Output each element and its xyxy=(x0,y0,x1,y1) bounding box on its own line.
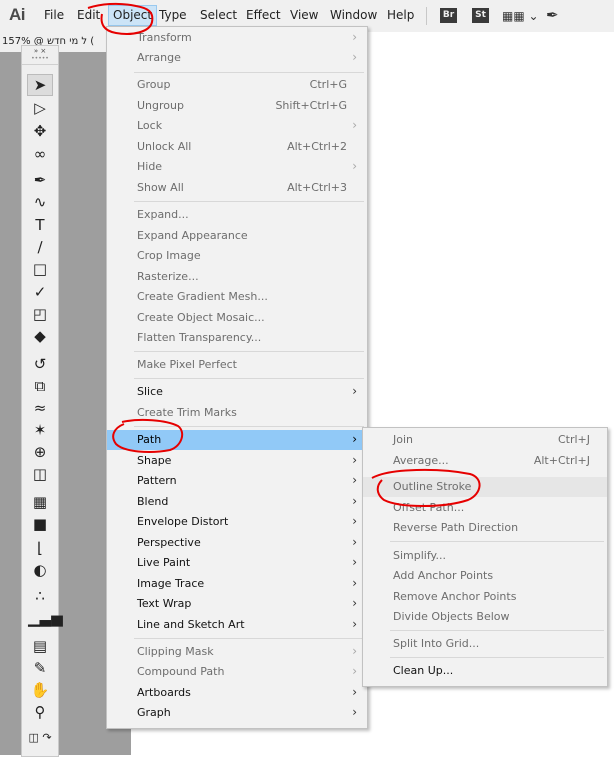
menu-item-crop-image[interactable]: Crop Image xyxy=(107,246,367,266)
menu-item-perspective[interactable]: Perspective › xyxy=(107,533,367,553)
app-logo: Ai xyxy=(9,5,26,24)
menu-item-arrange[interactable]: Arrange › xyxy=(107,48,367,68)
submenu-item-remove-anchor-points[interactable]: Remove Anchor Points xyxy=(363,587,607,607)
menu-item-image-trace[interactable]: Image Trace › xyxy=(107,574,367,594)
submenu-item-reverse-path-direction[interactable]: Reverse Path Direction xyxy=(363,518,607,538)
tools-panel: » × ••••• ➤ ▷ ✥ ∞ ✒ ∿ T ∕ □ ✓ ◰ ◆ ↺ ⧉ ≈ … xyxy=(21,45,63,757)
menu-item-lock[interactable]: Lock › xyxy=(107,116,367,136)
magic-wand-icon[interactable]: ✥ xyxy=(28,121,52,141)
menu-view[interactable]: View xyxy=(290,8,318,22)
symbol-sprayer-icon[interactable]: ∴ xyxy=(28,586,52,606)
perspective-grid-icon[interactable]: ◫ xyxy=(28,464,52,484)
menu-item-envelope-distort[interactable]: Envelope Distort › xyxy=(107,512,367,532)
menu-item-graph[interactable]: Graph › xyxy=(107,703,367,723)
submenu-item-average[interactable]: Average... Alt+Ctrl+J xyxy=(363,451,607,471)
menu-effect[interactable]: Effect xyxy=(246,8,281,22)
menu-item-artboards[interactable]: Artboards › xyxy=(107,683,367,703)
menu-item-ungroup[interactable]: Ungroup Shift+Ctrl+G xyxy=(107,96,367,116)
submenu-item-simplify[interactable]: Simplify... xyxy=(363,546,607,566)
swap-fill-stroke-icon[interactable]: ◫ ↷ xyxy=(28,728,52,748)
column-graph-icon[interactable]: ▁▃▅ xyxy=(28,608,63,628)
menu-item-unlock-all[interactable]: Unlock All Alt+Ctrl+2 xyxy=(107,137,367,157)
menu-item-hide[interactable]: Hide › xyxy=(107,157,367,177)
menu-window[interactable]: Window xyxy=(330,8,377,22)
artboard-tool-icon[interactable]: ▤ xyxy=(28,636,52,656)
submenu-item-offset-path[interactable]: Offset Path... xyxy=(363,498,607,518)
menu-help[interactable]: Help xyxy=(387,8,414,22)
submenu-item-add-anchor-points[interactable]: Add Anchor Points xyxy=(363,566,607,586)
submenu-item-split-into-grid[interactable]: Split Into Grid... xyxy=(363,634,607,654)
menu-item-path[interactable]: Path › xyxy=(107,430,367,450)
menu-item-pattern[interactable]: Pattern › xyxy=(107,471,367,491)
eyedropper-icon[interactable]: ⌊ xyxy=(28,538,52,558)
hand-tool-icon[interactable]: ✋ xyxy=(28,680,52,700)
curvature-tool-icon[interactable]: ∿ xyxy=(28,192,52,212)
menu-item-clipping-mask[interactable]: Clipping Mask › xyxy=(107,642,367,662)
object-menu: Transform › Arrange › Group Ctrl+G Ungroup S… xyxy=(106,26,368,729)
rotate-tool-icon[interactable]: ↺ xyxy=(28,354,52,374)
menubar-separator xyxy=(426,7,427,25)
scale-tool-icon[interactable]: ⧉ xyxy=(28,376,52,396)
menu-item-line-and-sketch-art[interactable]: Line and Sketch Art › xyxy=(107,615,367,635)
submenu-item-divide-objects-below[interactable]: Divide Objects Below xyxy=(363,607,607,627)
menu-item-create-gradient-mesh[interactable]: Create Gradient Mesh... xyxy=(107,287,367,307)
menu-object[interactable]: Object xyxy=(108,5,158,26)
menu-item-group[interactable]: Group Ctrl+G xyxy=(107,75,367,95)
menu-item-live-paint[interactable]: Live Paint › xyxy=(107,553,367,573)
rectangle-tool-icon[interactable]: □ xyxy=(28,259,52,279)
slice-tool-icon[interactable]: ✎ xyxy=(28,658,52,678)
zoom-tool-icon[interactable]: ⚲ xyxy=(28,702,52,722)
menu-item-flatten-transparency[interactable]: Flatten Transparency... xyxy=(107,328,367,348)
lasso-icon[interactable]: ∞ xyxy=(28,144,52,164)
line-tool-icon[interactable]: ∕ xyxy=(28,237,52,257)
menu-item-expand-appearance[interactable]: Expand Appearance xyxy=(107,226,367,246)
shape-builder-icon[interactable]: ⊕ xyxy=(28,442,52,462)
menu-item-rasterize[interactable]: Rasterize... xyxy=(107,267,367,287)
menu-select[interactable]: Select xyxy=(200,8,237,22)
brush-icon[interactable]: ✒ xyxy=(546,6,559,24)
submenu-item-clean-up[interactable]: Clean Up... xyxy=(363,661,607,681)
path-submenu: Join Ctrl+J Average... Alt+Ctrl+J Outline … xyxy=(362,427,608,687)
stock-button[interactable]: St xyxy=(472,8,489,23)
warp-tool-icon[interactable]: ≈ xyxy=(28,398,52,418)
submenu-item-outline-stroke[interactable]: Outline Stroke xyxy=(363,477,607,497)
menu-item-expand[interactable]: Expand... xyxy=(107,205,367,225)
submenu-item-join[interactable]: Join Ctrl+J xyxy=(363,430,607,450)
menu-item-shape[interactable]: Shape › xyxy=(107,451,367,471)
pen-tool-icon[interactable]: ✒ xyxy=(28,170,52,190)
menu-file[interactable]: File xyxy=(44,8,64,22)
type-tool-icon[interactable]: T xyxy=(28,215,52,235)
menu-item-blend[interactable]: Blend › xyxy=(107,492,367,512)
menu-item-make-pixel-perfect[interactable]: Make Pixel Perfect xyxy=(107,355,367,375)
menu-type[interactable]: Type xyxy=(159,8,187,22)
menu-item-create-trim-marks[interactable]: Create Trim Marks xyxy=(107,403,367,423)
menu-edit[interactable]: Edit xyxy=(77,8,100,22)
direct-selection-tool-icon[interactable]: ▷ xyxy=(28,98,52,118)
menu-item-show-all[interactable]: Show All Alt+Ctrl+3 xyxy=(107,178,367,198)
blend-tool-icon[interactable]: ◐ xyxy=(28,560,52,580)
menu-item-text-wrap[interactable]: Text Wrap › xyxy=(107,594,367,614)
menu-item-transform[interactable]: Transform › xyxy=(107,28,367,48)
workspace-switcher-icon[interactable]: ▦▦ ⌄ xyxy=(502,9,539,23)
gradient-tool-icon[interactable]: ■ xyxy=(28,514,52,534)
eraser-icon[interactable]: ◆ xyxy=(28,326,52,346)
bridge-button[interactable]: Br xyxy=(440,8,457,23)
panel-grip[interactable]: ••••• xyxy=(22,56,58,65)
selection-tool-icon[interactable]: ➤ xyxy=(27,74,53,96)
menu-item-slice[interactable]: Slice › xyxy=(107,382,367,402)
menu-item-create-object-mosaic[interactable]: Create Object Mosaic... xyxy=(107,308,367,328)
mesh-tool-icon[interactable]: ▦ xyxy=(28,492,52,512)
paintbrush-icon[interactable]: ✓ xyxy=(28,282,52,302)
shaper-tool-icon[interactable]: ◰ xyxy=(28,304,52,324)
menu-item-compound-path[interactable]: Compound Path › xyxy=(107,662,367,682)
puppet-warp-icon[interactable]: ✶ xyxy=(28,420,52,440)
